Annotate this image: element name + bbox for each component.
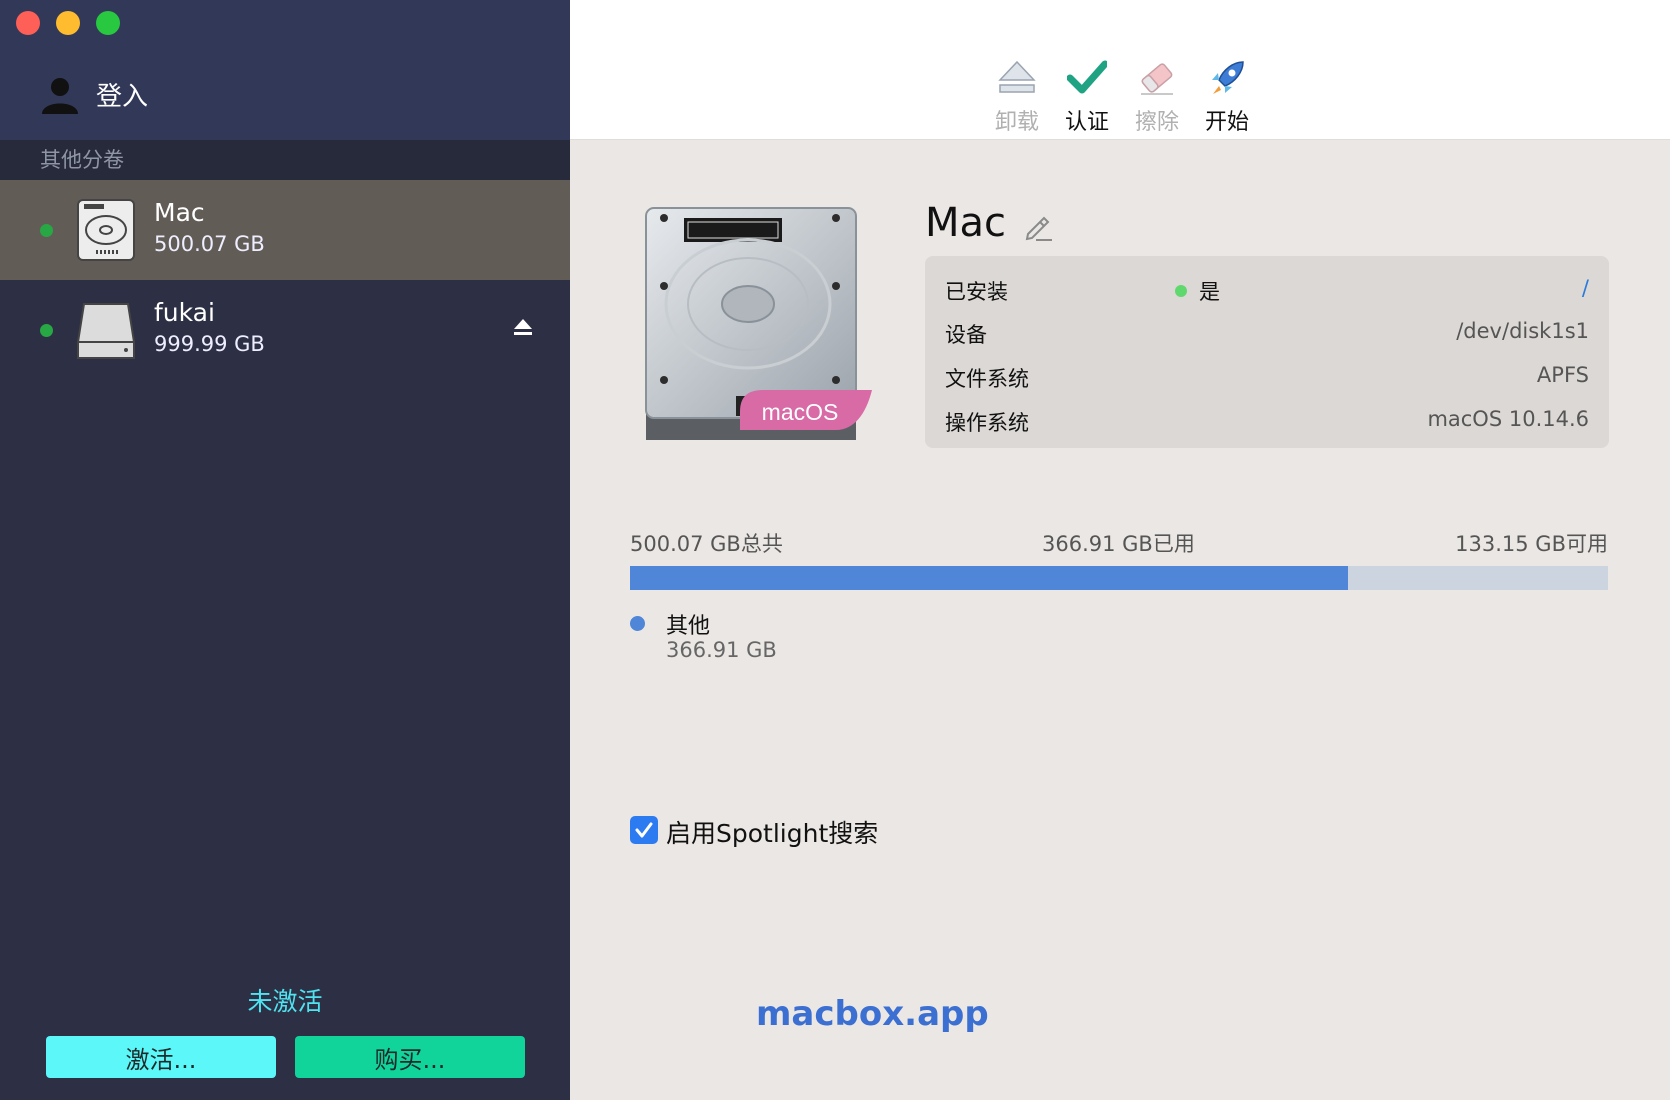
info-row-device: 设备 /dev/disk1s1 [945, 319, 1589, 363]
close-window-button[interactable] [16, 11, 40, 35]
hard-disk-icon: macOS [645, 207, 872, 440]
verify-button[interactable]: 认证 [1054, 58, 1120, 136]
mount-path-link[interactable]: / [1582, 276, 1589, 300]
sidebar: 登入 其他分卷 Mac 500.07 GB fukai 999.99 GB 未激… [0, 0, 570, 1100]
info-key: 文件系统 [945, 367, 1029, 391]
usage-labels: 500.07 GB总共 366.91 GB已用 133.15 GB可用 [630, 528, 1608, 558]
installed-status: 是 [1175, 276, 1220, 306]
volume-size: 500.07 GB [154, 232, 265, 256]
info-row-installed: 已安装 是 / [945, 276, 1589, 320]
installed-status-dot [1175, 285, 1187, 297]
verify-label: 认证 [1064, 110, 1109, 135]
volume-info-panel: 已安装 是 / 设备 /dev/disk1s1 文件系统 APFS 操作系统 m… [925, 256, 1609, 448]
volume-item-fukai[interactable]: fukai 999.99 GB [0, 280, 570, 380]
internal-drive-icon [77, 199, 135, 261]
info-key: 设备 [945, 323, 987, 347]
activate-button[interactable]: 激活... [46, 1036, 276, 1078]
unmount-icon [998, 60, 1036, 93]
mounted-status-dot [40, 224, 53, 237]
eject-icon[interactable] [512, 316, 534, 338]
buy-button[interactable]: 购买... [295, 1036, 525, 1078]
erase-label: 擦除 [1134, 110, 1179, 135]
os-badge: macOS [762, 399, 839, 425]
section-header-other-volumes: 其他分卷 [0, 140, 570, 180]
sidebar-header: 登入 [0, 0, 570, 140]
volume-name: Mac [154, 198, 205, 227]
pencil-edit-icon[interactable] [1022, 210, 1054, 242]
volume-title: Mac [925, 200, 1007, 246]
mounted-status-dot [40, 324, 53, 337]
info-key: 操作系统 [945, 411, 1029, 435]
spotlight-label[interactable]: 启用Spotlight搜索 [666, 814, 878, 850]
toolbar: 卸载 认证 擦除 开始 [570, 0, 1670, 140]
erase-button[interactable]: 擦除 [1124, 58, 1190, 136]
login-label: 登入 [96, 81, 149, 112]
unmount-button[interactable]: 卸载 [984, 58, 1050, 136]
info-value: APFS [1536, 363, 1589, 387]
total-capacity-label: 500.07 GB总共 [630, 532, 783, 556]
info-value: macOS 10.14.6 [1427, 407, 1589, 431]
start-label: 开始 [1204, 110, 1249, 135]
installed-value: 是 [1199, 280, 1220, 304]
info-row-os: 操作系统 macOS 10.14.6 [945, 407, 1589, 451]
login-button[interactable]: 登入 [40, 74, 148, 114]
unmount-label: 卸载 [994, 110, 1039, 135]
activation-status: 未激活 [247, 987, 323, 1016]
info-row-filesystem: 文件系统 APFS [945, 363, 1589, 407]
external-drive-icon [77, 303, 135, 359]
zoom-window-button[interactable] [96, 11, 120, 35]
minimize-window-button[interactable] [56, 11, 80, 35]
legend-name: 其他 [666, 614, 711, 639]
volume-item-mac[interactable]: Mac 500.07 GB [0, 180, 570, 280]
rocket-icon [1212, 61, 1244, 94]
legend-dot [630, 616, 645, 631]
used-capacity-label: 366.91 GB已用 [1042, 532, 1195, 556]
checkmark-icon [635, 822, 653, 838]
user-icon [42, 78, 78, 114]
volume-size: 999.99 GB [154, 332, 265, 356]
info-key: 已安装 [945, 280, 1008, 304]
volume-name: fukai [154, 298, 215, 327]
free-capacity-label: 133.15 GB可用 [1455, 532, 1608, 556]
usage-bar-fill [630, 566, 1348, 590]
checkmark-icon [1067, 60, 1107, 94]
spotlight-checkbox[interactable] [630, 816, 658, 844]
watermark: macbox.app [756, 994, 989, 1034]
eraser-icon [1141, 63, 1173, 95]
info-value: /dev/disk1s1 [1456, 319, 1589, 343]
legend-size: 366.91 GB [666, 638, 777, 662]
usage-bar [630, 566, 1608, 590]
start-button[interactable]: 开始 [1194, 58, 1260, 136]
